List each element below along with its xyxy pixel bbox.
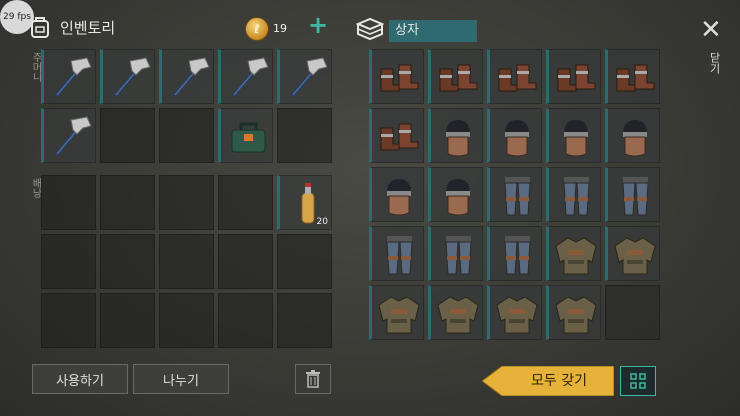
item-slot[interactable]: 20 [277, 175, 332, 230]
item-slot[interactable] [159, 49, 214, 104]
empty-slot[interactable] [41, 175, 96, 230]
empty-slot[interactable] [159, 175, 214, 230]
empty-slot[interactable] [218, 293, 273, 348]
empty-slot[interactable] [605, 285, 660, 340]
item-slot[interactable] [487, 226, 542, 281]
empty-slot[interactable] [277, 108, 332, 163]
item-slot[interactable] [218, 49, 273, 104]
item-slot[interactable] [428, 108, 483, 163]
split-button[interactable]: 나누기 [133, 364, 229, 394]
item-slot[interactable] [428, 167, 483, 222]
item-slot[interactable] [428, 49, 483, 104]
item-slot[interactable] [487, 108, 542, 163]
item-slot[interactable] [428, 226, 483, 281]
empty-slot[interactable] [100, 234, 155, 289]
coin-count: 19 [273, 22, 287, 35]
empty-slot[interactable] [277, 234, 332, 289]
trash-icon [306, 370, 320, 388]
item-slot[interactable] [487, 285, 542, 340]
item-slot[interactable] [605, 226, 660, 281]
item-slot[interactable] [369, 167, 424, 222]
item-slot[interactable] [546, 226, 601, 281]
fps-counter: 29 fps [0, 0, 34, 34]
empty-slot[interactable] [100, 175, 155, 230]
inventory-header: 인벤토리 [30, 16, 115, 38]
empty-slot[interactable] [159, 234, 214, 289]
empty-slot[interactable] [100, 108, 155, 163]
backpack-icon [31, 17, 49, 38]
item-slot[interactable] [41, 108, 96, 163]
item-slot[interactable] [369, 285, 424, 340]
box-icon [355, 17, 385, 45]
item-slot[interactable] [218, 108, 273, 163]
sort-button[interactable] [620, 366, 656, 396]
item-quantity: 20 [316, 217, 328, 227]
take-all-button[interactable]: 모두 갖기 [482, 366, 614, 396]
item-slot[interactable] [100, 49, 155, 104]
item-slot[interactable] [41, 49, 96, 104]
coin-icon: ℓ [245, 17, 269, 41]
item-slot[interactable] [277, 49, 332, 104]
empty-slot[interactable] [41, 293, 96, 348]
backpack-grid: 20 [41, 175, 332, 348]
empty-slot[interactable] [100, 293, 155, 348]
item-slot[interactable] [546, 108, 601, 163]
item-slot[interactable] [369, 226, 424, 281]
box-title: 상자 [389, 20, 477, 42]
item-slot[interactable] [605, 49, 660, 104]
item-slot[interactable] [546, 167, 601, 222]
inventory-title: 인벤토리 [60, 18, 116, 37]
close-icon[interactable]: ✕ [700, 17, 722, 43]
empty-slot[interactable] [159, 108, 214, 163]
grid-icon [630, 373, 646, 389]
item-slot[interactable] [369, 49, 424, 104]
empty-slot[interactable] [218, 175, 273, 230]
item-slot[interactable] [605, 167, 660, 222]
empty-slot[interactable] [277, 293, 332, 348]
pockets-grid [41, 49, 332, 163]
close-label[interactable]: 닫기 [706, 52, 722, 74]
take-all-label: 모두 갖기 [531, 373, 587, 389]
item-slot[interactable] [546, 285, 601, 340]
item-slot[interactable] [546, 49, 601, 104]
item-slot[interactable] [428, 285, 483, 340]
item-slot[interactable] [487, 49, 542, 104]
empty-slot[interactable] [159, 293, 214, 348]
box-grid [369, 49, 660, 340]
item-slot[interactable] [487, 167, 542, 222]
empty-slot[interactable] [218, 234, 273, 289]
add-coins-button[interactable]: + [308, 13, 328, 37]
empty-slot[interactable] [41, 234, 96, 289]
item-slot[interactable] [605, 108, 660, 163]
trash-button[interactable] [295, 364, 331, 394]
use-button[interactable]: 사용하기 [32, 364, 128, 394]
item-slot[interactable] [369, 108, 424, 163]
